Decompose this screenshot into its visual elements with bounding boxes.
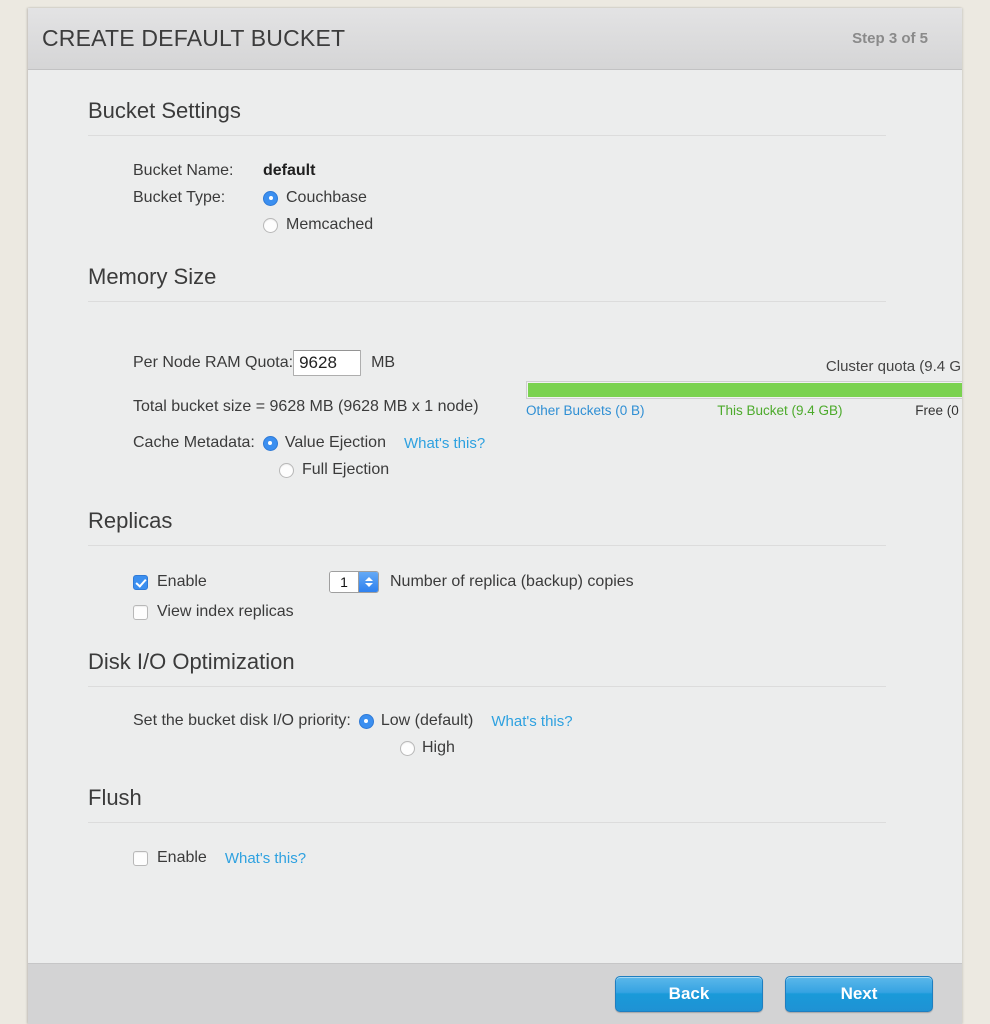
radio-bucket-type-memcached[interactable] [263, 217, 278, 233]
cache-metadata-value-ejection-row[interactable]: Cache Metadata: Value Ejection What's th… [133, 434, 914, 452]
replica-count-value: 1 [330, 572, 358, 592]
create-bucket-dialog: CREATE DEFAULT BUCKET Step 3 of 5 Bucket… [28, 8, 962, 1024]
cluster-quota-block: Cluster quota (9.4 GB) Other Buckets (0 … [526, 358, 962, 418]
section-divider [88, 545, 886, 546]
section-title-flush: Flush [88, 785, 142, 810]
ram-quota-input[interactable] [293, 350, 362, 376]
radio-disk-io-high[interactable] [400, 740, 415, 756]
checkbox-view-index-replicas[interactable] [133, 604, 148, 620]
ram-quota-bar [526, 381, 962, 399]
replicas-enable-row[interactable]: Enable 1 Number of replica (backup) copi… [133, 571, 914, 593]
disk-io-priority-label: Set the bucket disk I/O priority: [133, 712, 351, 729]
bucket-type-label: Bucket Type: [133, 189, 226, 206]
bucket-name-label: Bucket Name: [133, 162, 234, 179]
bucket-name-value: default [263, 162, 316, 179]
full-ejection-label: Full Ejection [302, 461, 390, 478]
bucket-settings-fields: Bucket Name: default Bucket Type: Couchb… [88, 162, 914, 234]
dialog-footer: Back Next [28, 963, 962, 1024]
next-button[interactable]: Next [785, 976, 933, 1012]
bucket-type-memcached-label: Memcached [286, 216, 374, 233]
disk-io-low-row[interactable]: Set the bucket disk I/O priority: Low (d… [133, 712, 914, 730]
bucket-type-couchbase-label: Couchbase [286, 189, 367, 206]
legend-this-bucket: This Bucket (9.4 GB) [717, 403, 843, 418]
bucket-type-couchbase-row[interactable]: Bucket Type: Couchbase [133, 189, 914, 207]
disk-io-fields: Set the bucket disk I/O priority: Low (d… [88, 712, 914, 757]
step-indicator: Step 3 of 5 [852, 30, 928, 47]
cluster-quota-label: Cluster quota (9.4 GB) [825, 358, 962, 375]
cache-metadata-label: Cache Metadata: [133, 434, 255, 451]
memory-size-fields: Cluster quota (9.4 GB) Other Buckets (0 … [88, 350, 962, 479]
replicas-fields: Enable 1 Number of replica (backup) copi… [88, 571, 914, 621]
legend-other-buckets: Other Buckets (0 B) [526, 403, 645, 418]
disk-io-help-link[interactable]: What's this? [491, 713, 572, 730]
section-divider [88, 301, 886, 302]
section-divider [88, 135, 886, 136]
checkbox-flush-enable[interactable] [133, 850, 148, 866]
back-button[interactable]: Back [615, 976, 763, 1012]
radio-full-ejection[interactable] [279, 462, 294, 478]
flush-help-link[interactable]: What's this? [225, 850, 306, 867]
disk-io-low-label: Low (default) [380, 712, 474, 729]
section-title-bucket-settings: Bucket Settings [88, 98, 241, 123]
radio-value-ejection[interactable] [262, 435, 278, 451]
ram-quota-legend: Other Buckets (0 B) This Bucket (9.4 GB)… [526, 403, 962, 418]
flush-enable-label: Enable [157, 849, 207, 866]
radio-disk-io-low[interactable] [358, 713, 374, 729]
flush-enable-row[interactable]: Enable What's this? [133, 849, 914, 867]
section-title-disk-io: Disk I/O Optimization [88, 649, 295, 674]
chevron-down-icon [364, 583, 373, 587]
section-title-memory-size: Memory Size [88, 264, 217, 289]
chevron-up-icon [364, 577, 373, 581]
dialog-header: CREATE DEFAULT BUCKET Step 3 of 5 [28, 8, 962, 70]
section-divider [88, 822, 886, 823]
stepper-arrows-icon[interactable] [358, 572, 378, 592]
replica-count-stepper[interactable]: 1 [329, 571, 379, 593]
bucket-name-row: Bucket Name: default [133, 162, 914, 180]
replica-count-caption: Number of replica (backup) copies [390, 573, 634, 590]
cache-metadata-full-ejection-row[interactable]: Full Ejection [133, 461, 914, 479]
flush-fields: Enable What's this? [88, 849, 914, 867]
section-divider [88, 686, 886, 687]
ram-quota-bar-this-bucket [528, 383, 962, 397]
view-index-replicas-row[interactable]: View index replicas [133, 603, 914, 621]
view-index-replicas-label: View index replicas [157, 603, 294, 620]
replicas-enable-label: Enable [157, 573, 207, 590]
value-ejection-label: Value Ejection [284, 434, 386, 451]
disk-io-high-row[interactable]: High [133, 739, 914, 757]
checkbox-replicas-enable[interactable] [133, 574, 148, 590]
page-title: CREATE DEFAULT BUCKET [42, 25, 346, 51]
section-title-replicas: Replicas [88, 508, 173, 533]
ram-quota-unit: MB [371, 354, 396, 371]
legend-free: Free (0 B) [915, 403, 962, 418]
ram-quota-label: Per Node RAM Quota: [133, 354, 294, 371]
bucket-type-memcached-row[interactable]: Memcached [133, 216, 914, 234]
cache-metadata-help-link[interactable]: What's this? [404, 435, 485, 452]
radio-bucket-type-couchbase[interactable] [263, 190, 278, 206]
disk-io-high-label: High [422, 739, 455, 756]
total-bucket-size-text: Total bucket size = 9628 MB (9628 MB x 1… [133, 398, 479, 415]
dialog-body: Bucket Settings Bucket Name: default Buc… [28, 70, 962, 963]
